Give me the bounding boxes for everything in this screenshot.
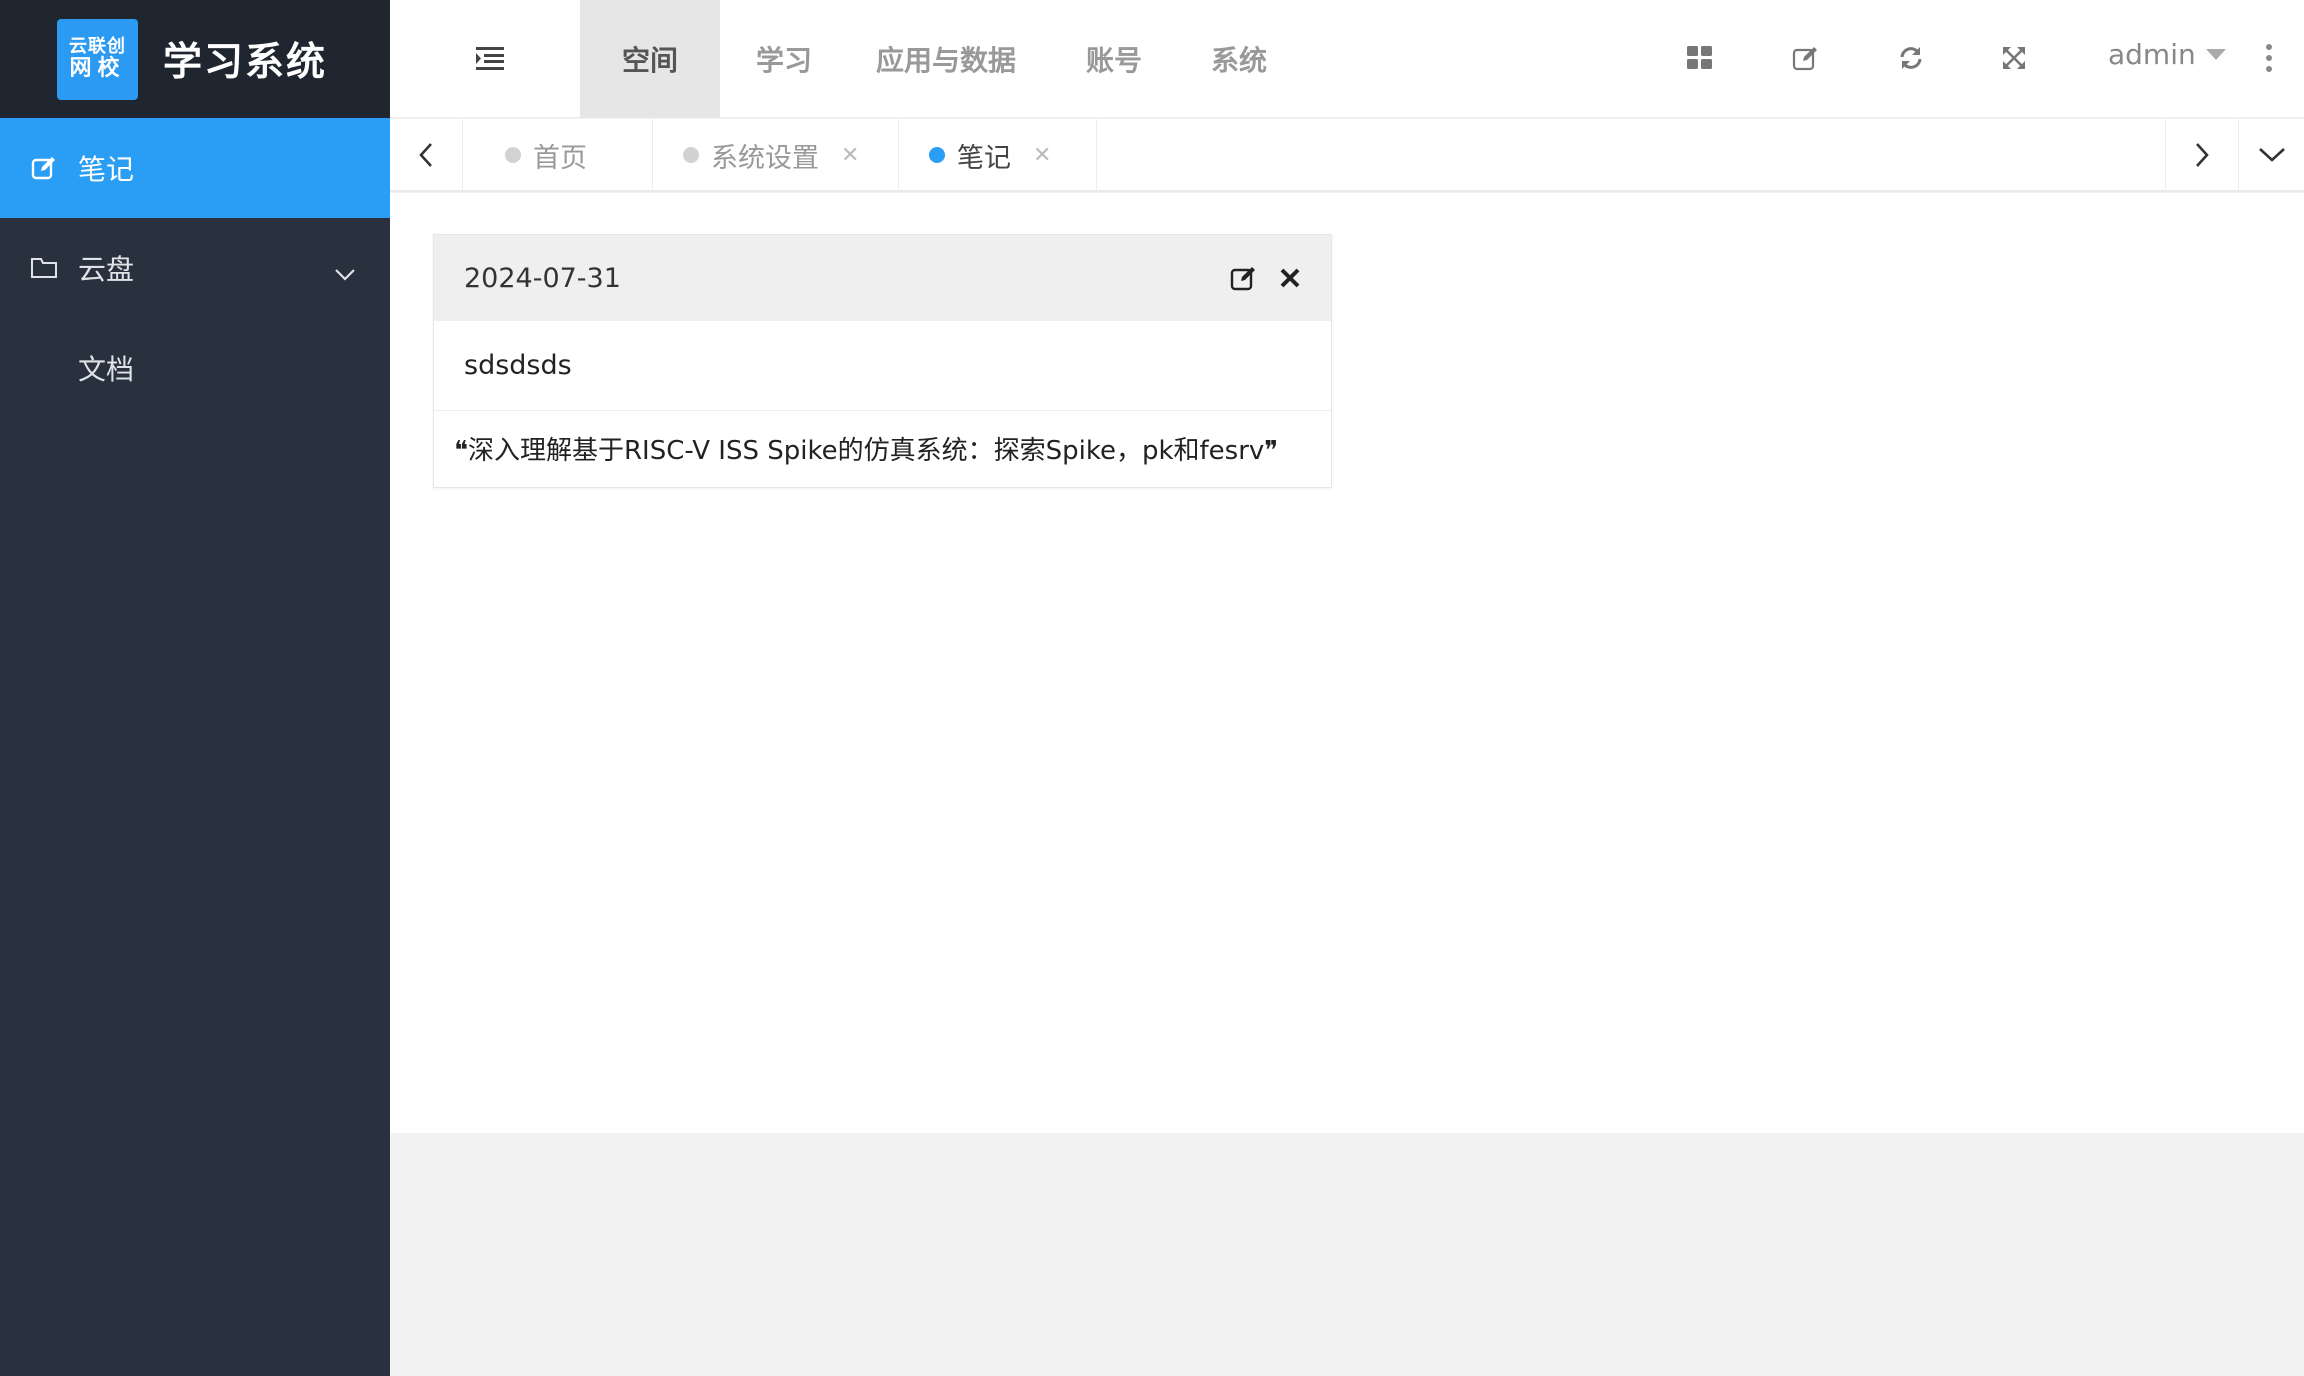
close-icon[interactable]: ✕ <box>1033 143 1051 168</box>
user-menu[interactable]: admin <box>2108 38 2226 71</box>
page-tab-label: 系统设置 <box>711 142 819 174</box>
folder-icon <box>30 254 58 282</box>
tab-account[interactable]: 账号 <box>1044 0 1184 118</box>
sidebar-item-label: 笔记 <box>78 153 135 186</box>
edit-icon[interactable] <box>1790 42 1822 74</box>
fullscreen-icon[interactable] <box>1998 42 2030 74</box>
more-vertical-icon[interactable] <box>2264 44 2274 74</box>
chevron-down-icon <box>334 256 356 289</box>
tab-space[interactable]: 空间 <box>580 0 720 118</box>
chevron-down-icon <box>2258 148 2285 162</box>
main-content: 2024-07-31 sdsdsds ❝深入理解基于RISC-V ISS Spi… <box>390 193 2304 1133</box>
tab-system[interactable]: 系统 <box>1184 0 1294 118</box>
edit-icon[interactable] <box>1230 264 1258 292</box>
note-card-header: 2024-07-31 <box>434 235 1331 321</box>
sidebar-item-cloud-drive[interactable]: 云盘 <box>0 218 390 318</box>
close-icon[interactable]: ✕ <box>841 143 859 168</box>
note-date: 2024-07-31 <box>464 262 621 294</box>
tabs-dropdown-button[interactable] <box>2238 119 2304 191</box>
logo-area: 云联创 网校 学习系统 <box>0 0 390 118</box>
page-tab-system-settings[interactable]: 系统设置 ✕ <box>653 119 899 191</box>
tabs-scroll-right-button[interactable] <box>2165 119 2238 191</box>
caret-down-icon <box>2205 49 2226 60</box>
note-card: 2024-07-31 sdsdsds ❝深入理解基于RISC-V ISS Spi… <box>433 234 1332 488</box>
menu-toggle-icon[interactable] <box>474 44 506 72</box>
sidebar-item-label: 云盘 <box>78 253 135 286</box>
sidebar-item-documents[interactable]: 文档 <box>0 318 390 418</box>
refresh-icon[interactable] <box>1895 42 1927 74</box>
delete-icon[interactable] <box>1276 264 1304 292</box>
page-tab-home[interactable]: 首页 <box>463 119 653 191</box>
page-tab-notes[interactable]: 笔记 ✕ <box>899 119 1097 191</box>
tabs-scroll-left-button[interactable] <box>390 119 463 191</box>
edit-icon <box>30 154 58 182</box>
sidebar: 云联创 网校 学习系统 笔记 云盘 文档 <box>0 0 390 1376</box>
chevron-left-icon <box>419 143 432 167</box>
logo-line1: 云联创 <box>69 36 126 57</box>
page-tab-label: 笔记 <box>957 142 1011 174</box>
page-tab-label: 首页 <box>533 142 587 174</box>
chevron-right-icon <box>2196 143 2209 167</box>
logo[interactable]: 云联创 网校 <box>57 18 138 100</box>
tab-apps-data[interactable]: 应用与数据 <box>848 0 1044 118</box>
page-tab-bar: 首页 系统设置 ✕ 笔记 ✕ <box>390 119 2304 192</box>
tab-status-dot <box>929 147 945 163</box>
sidebar-item-notes[interactable]: 笔记 <box>0 118 390 218</box>
tab-status-dot <box>505 147 521 163</box>
note-title: sdsdsds <box>434 321 1331 411</box>
note-content: ❝深入理解基于RISC-V ISS Spike的仿真系统：探索Spike，pk和… <box>454 436 1279 466</box>
app-title: 学习系统 <box>163 40 328 85</box>
tab-learning[interactable]: 学习 <box>720 0 848 118</box>
top-header: 空间 学习 应用与数据 账号 系统 admin <box>390 0 2304 118</box>
username: admin <box>2108 38 2196 71</box>
grid-icon[interactable] <box>1684 42 1716 74</box>
tab-status-dot <box>683 147 699 163</box>
logo-line2: 网校 <box>69 55 126 81</box>
